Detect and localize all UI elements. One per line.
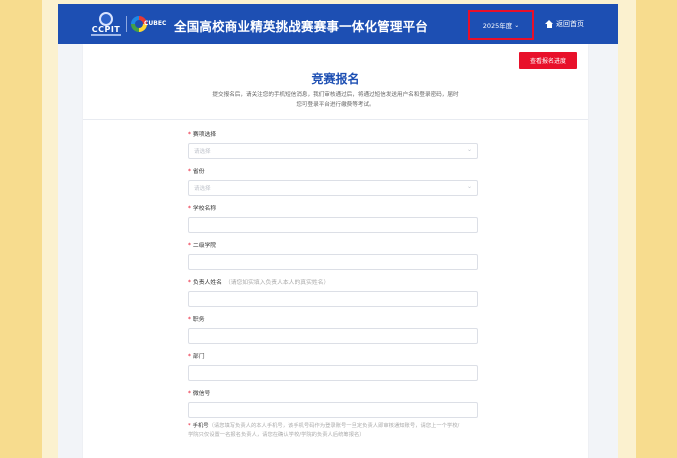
input-field-box xyxy=(188,217,478,239)
select-field[interactable]: 请选择 ⌄ xyxy=(188,180,478,196)
form-field: * 职务 xyxy=(188,315,478,350)
chevron-down-icon: ⌄ xyxy=(514,21,520,29)
input-field-box xyxy=(188,328,478,350)
select-placeholder: 请选择 xyxy=(194,149,211,155)
field-label: * 省份 xyxy=(188,167,478,177)
site-title: 全国高校商业精英挑战赛赛事一体化管理平台 xyxy=(174,19,429,34)
input-field-box xyxy=(188,291,478,313)
text-input[interactable] xyxy=(189,225,477,239)
field-label-text: 职务 xyxy=(192,317,205,323)
field-hint: （请您如实填入负责人本人的真实姓名） xyxy=(224,280,330,286)
field-label: * 职务 xyxy=(188,315,478,325)
required-mark: * xyxy=(188,354,191,360)
form-field: * 学校名称 xyxy=(188,204,478,239)
required-mark: * xyxy=(188,243,191,249)
input-field-box xyxy=(188,365,478,387)
required-mark: * xyxy=(188,280,191,286)
field-label: * 部门 xyxy=(188,352,478,362)
field-label-text: 负责人姓名 xyxy=(192,280,222,286)
phone-label: 手机号 xyxy=(192,423,209,429)
text-input[interactable] xyxy=(189,299,477,313)
card-divider xyxy=(83,119,588,120)
field-label: * 负责人姓名 （请您如实填入负责人本人的真实姓名） xyxy=(188,278,478,288)
select-placeholder: 请选择 xyxy=(194,186,211,192)
field-label-text: 微信号 xyxy=(192,391,211,397)
cubec-logo[interactable]: CUBEC xyxy=(131,16,169,34)
select-field[interactable]: 请选择 ⌄ xyxy=(188,143,478,159)
required-mark: * xyxy=(188,169,191,175)
form-field: * 二级学院 xyxy=(188,241,478,276)
required-mark: * xyxy=(188,132,191,138)
phone-hint-line-2: 学院只仅设置一名报名负责人，请您在确认学校/学院的负责人后统筹报名） xyxy=(188,432,365,438)
chevron-down-icon: ⌄ xyxy=(466,183,472,190)
required-mark: * xyxy=(188,391,191,397)
page-title: 竞赛报名 xyxy=(311,72,360,86)
form-field: * 赛项选择请选择 ⌄ xyxy=(188,130,478,159)
field-label: * 微信号 xyxy=(188,389,478,399)
registration-card: 查看报名进度 竞赛报名 提交报名后，请关注您的手机短信消息，我们审核通过后，将通… xyxy=(83,44,588,458)
ccpit-logo-text: CCPIT xyxy=(91,25,121,34)
ccpit-emblem-icon xyxy=(99,12,113,26)
logo-divider xyxy=(126,16,127,32)
text-input[interactable] xyxy=(189,336,477,350)
view-progress-button[interactable]: 查看报名进度 xyxy=(519,52,577,69)
home-link-label: 返回首页 xyxy=(556,20,584,28)
form-field: * 微信号 xyxy=(188,389,478,424)
cubec-logo-text: CUBEC xyxy=(144,20,167,27)
text-input[interactable] xyxy=(189,373,477,387)
required-mark: * xyxy=(188,206,191,212)
home-icon xyxy=(545,20,553,28)
top-header: CCPIT CUBEC 全国高校商业精英挑战赛赛事一体化管理平台 2025年度 … xyxy=(58,4,618,44)
required-mark: * xyxy=(188,317,191,323)
form-field: * 省份请选择 ⌄ xyxy=(188,167,478,196)
field-label-text: 部门 xyxy=(192,354,205,360)
phone-field: * 手机号（请您填写负责人的本人手机号，该手机号码作为登录账号一旦定负责人即审核通… xyxy=(188,422,478,440)
form-field: * 负责人姓名 （请您如实填入负责人本人的真实姓名） xyxy=(188,278,478,313)
required-mark: * xyxy=(188,423,191,429)
home-link[interactable]: 返回首页 xyxy=(545,19,584,29)
year-select[interactable]: 2025年度 ⌄ xyxy=(468,10,534,40)
intro-text: 提交报名后，请关注您的手机短信消息，我们审核通过后，将通过短信发送用户名和登录密… xyxy=(183,90,488,110)
ccpit-logo[interactable]: CCPIT xyxy=(91,12,121,38)
form-field: * 部门 xyxy=(188,352,478,387)
field-label: * 赛项选择 xyxy=(188,130,478,140)
field-label: * 二级学院 xyxy=(188,241,478,251)
input-field-box xyxy=(188,402,478,424)
intro-line-2: 您可登录平台进行缴费等考试。 xyxy=(296,102,375,108)
field-label-text: 学校名称 xyxy=(192,206,217,212)
field-label: * 学校名称 xyxy=(188,204,478,214)
year-select-value: 2025年度 xyxy=(482,22,513,30)
chevron-down-icon: ⌄ xyxy=(466,146,472,153)
app-window: CCPIT CUBEC 全国高校商业精英挑战赛赛事一体化管理平台 2025年度 … xyxy=(58,4,618,458)
field-label-text: 二级学院 xyxy=(192,243,217,249)
intro-line-1: 提交报名后，请关注您的手机短信消息，我们审核通过后，将通过短信发送用户名和登录密… xyxy=(212,92,459,98)
field-label-text: 省份 xyxy=(192,169,205,175)
field-label-text: 赛项选择 xyxy=(192,132,217,138)
input-field-box xyxy=(188,254,478,276)
phone-hint-line-1: （请您填写负责人的本人手机号，该手机号码作为登录账号一旦定负责人即审核通知账号，… xyxy=(208,423,460,429)
text-input[interactable] xyxy=(189,262,477,276)
